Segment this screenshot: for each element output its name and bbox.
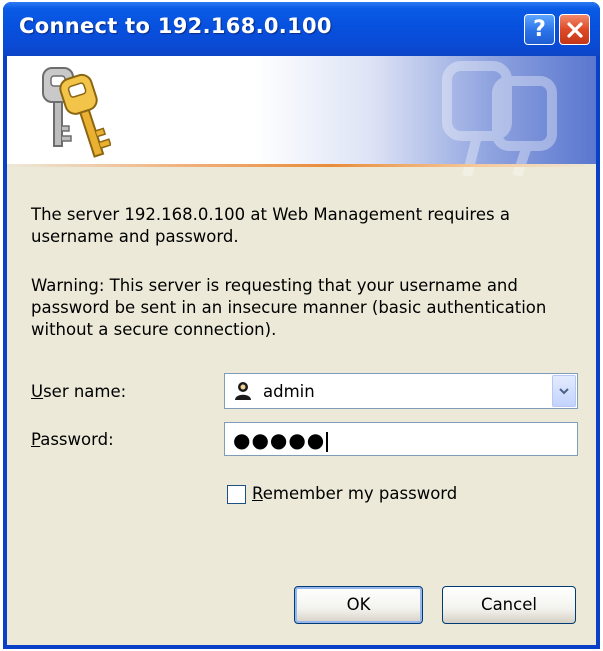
login-dialog: Connect to 192.168.0.100 ? The server 19… bbox=[3, 2, 600, 649]
window-title: Connect to 192.168.0.100 bbox=[19, 14, 332, 38]
password-field[interactable]: ●●●●● bbox=[224, 422, 578, 456]
close-button[interactable] bbox=[559, 14, 590, 45]
chevron-down-icon bbox=[559, 388, 569, 395]
remember-password-checkbox[interactable] bbox=[227, 485, 246, 504]
watermark-keys-graphic bbox=[442, 61, 557, 176]
password-masked-value: ●●●●● bbox=[233, 428, 326, 452]
title-bar[interactable]: Connect to 192.168.0.100 ? bbox=[3, 2, 600, 56]
help-button[interactable]: ? bbox=[524, 14, 555, 45]
cancel-button[interactable]: Cancel bbox=[442, 586, 576, 624]
banner-divider bbox=[7, 164, 596, 167]
remember-password-label[interactable]: Remember my password bbox=[252, 484, 457, 503]
ok-button[interactable]: OK bbox=[294, 586, 423, 624]
keys-icon bbox=[42, 67, 111, 158]
close-icon bbox=[567, 22, 583, 38]
text-caret bbox=[326, 431, 329, 452]
user-icon bbox=[235, 382, 251, 400]
username-dropdown-button[interactable] bbox=[552, 375, 576, 407]
auth-message: The server 192.168.0.100 at Web Manageme… bbox=[31, 205, 510, 246]
username-combobox[interactable]: admin bbox=[224, 373, 578, 409]
password-label: Password: bbox=[31, 430, 114, 449]
help-icon: ? bbox=[533, 17, 546, 42]
username-value: admin bbox=[263, 382, 315, 401]
warning-message: Warning: This server is requesting that … bbox=[31, 276, 547, 339]
dialog-banner bbox=[7, 56, 596, 176]
username-label: User name: bbox=[31, 382, 127, 401]
dialog-body: The server 192.168.0.100 at Web Manageme… bbox=[7, 56, 596, 645]
